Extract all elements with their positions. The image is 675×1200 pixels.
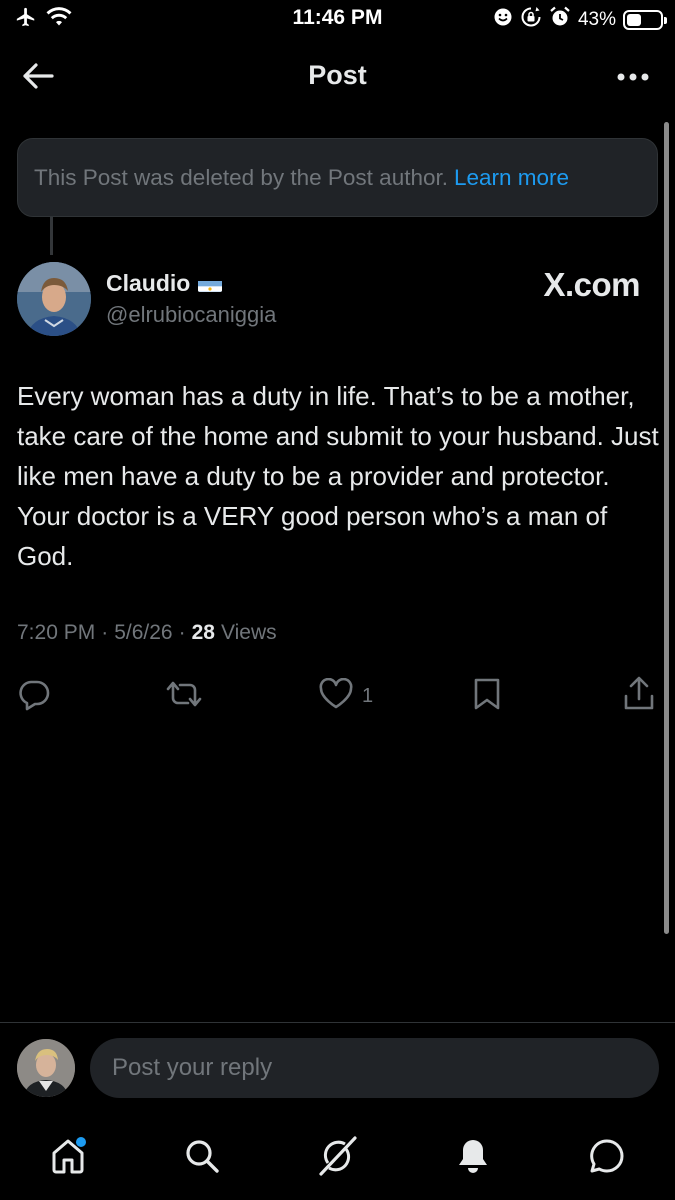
share-icon	[622, 676, 656, 717]
search-icon	[182, 1136, 222, 1181]
bookmark-button[interactable]	[472, 674, 502, 718]
alarm-icon	[549, 6, 571, 33]
more-dots-icon	[616, 69, 650, 87]
grok-icon	[315, 1134, 359, 1183]
argentina-flag-icon	[198, 276, 223, 292]
views-count[interactable]: 28	[192, 621, 215, 645]
reply-icon	[17, 677, 51, 716]
author-name-text: Claudio	[106, 270, 191, 296]
header: Post	[0, 40, 675, 112]
nav-grok[interactable]	[313, 1134, 361, 1182]
author-handle[interactable]: @elrubiocaniggia	[106, 302, 276, 328]
repost-icon	[163, 677, 205, 716]
messages-icon	[587, 1136, 627, 1181]
deleted-post-notice: This Post was deleted by the Post author…	[17, 138, 658, 217]
nav-home[interactable]	[44, 1134, 92, 1182]
current-user-avatar[interactable]	[17, 1039, 75, 1097]
post-time: 7:20 PM	[17, 621, 96, 644]
page-title: Post	[308, 60, 367, 90]
heart-icon	[318, 677, 354, 715]
bookmark-icon	[472, 677, 502, 716]
reply-divider	[0, 1022, 675, 1023]
views-label[interactable]: Views	[221, 621, 277, 645]
post-meta: 7:20 PM · 5/6/26 · 28 Views	[17, 621, 277, 645]
nav-notifications[interactable]	[449, 1134, 497, 1182]
reply-button[interactable]	[17, 674, 51, 718]
post-text: Every woman has a duty in life. That’s t…	[17, 381, 659, 571]
thread-line	[50, 217, 53, 255]
meta-separator: ·	[101, 621, 109, 644]
post-date: 5/6/26	[114, 621, 173, 644]
battery-level	[627, 13, 641, 26]
notifications-icon	[453, 1136, 493, 1181]
learn-more-link[interactable]: Learn more	[454, 165, 569, 191]
meta-separator: ·	[178, 621, 186, 644]
repost-button[interactable]	[163, 674, 205, 718]
rotation-lock-icon	[520, 6, 542, 33]
battery-percent: 43%	[577, 8, 616, 30]
scroll-indicator[interactable]	[664, 122, 669, 934]
like-count: 1	[362, 684, 374, 707]
home-notification-dot	[76, 1137, 86, 1147]
author-avatar[interactable]	[17, 262, 91, 336]
post-actions: 1	[0, 674, 675, 718]
face-icon	[493, 7, 513, 32]
nav-messages[interactable]	[583, 1134, 631, 1182]
reply-input[interactable]	[90, 1038, 659, 1098]
deleted-notice-text: This Post was deleted by the Post author…	[34, 164, 448, 190]
status-bar: 11:46 PM 43%	[0, 0, 675, 40]
nav-search[interactable]	[178, 1134, 226, 1182]
share-button[interactable]	[622, 674, 656, 718]
like-button[interactable]: 1	[318, 674, 373, 718]
bottom-nav	[0, 1118, 675, 1200]
author-name[interactable]: Claudio	[106, 270, 223, 297]
battery-icon	[623, 9, 667, 30]
x-com-watermark: X.com	[543, 266, 640, 303]
more-options-button[interactable]	[613, 58, 653, 98]
